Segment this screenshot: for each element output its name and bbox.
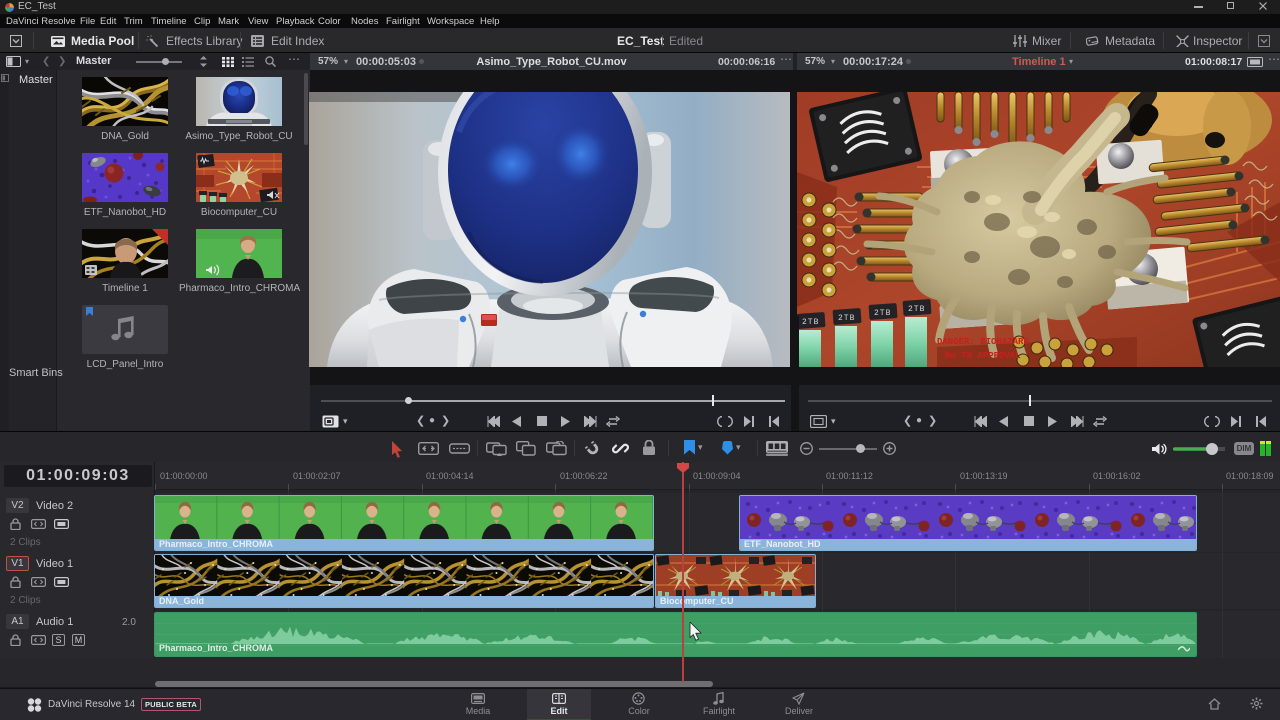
svg-text:2TB: 2TB [908,305,925,314]
